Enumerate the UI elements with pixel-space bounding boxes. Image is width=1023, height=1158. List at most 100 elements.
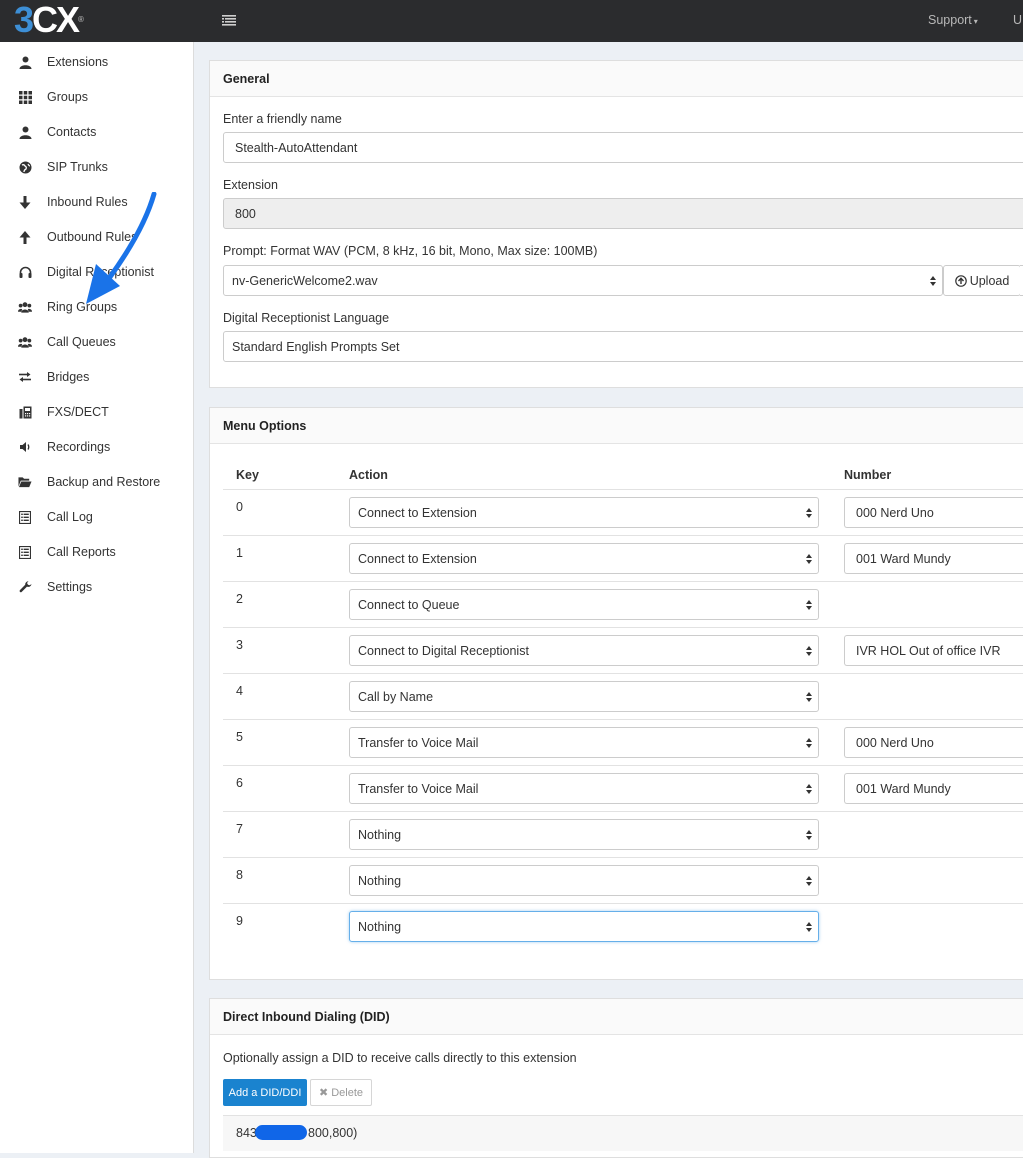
prompt-select[interactable]: nv-GenericWelcome2.wav	[223, 265, 943, 296]
add-did-button[interactable]: Add a DID/DDI	[223, 1079, 307, 1106]
sidebar-item-call-log[interactable]: Call Log	[0, 499, 194, 534]
table-row: 9 Nothing	[223, 903, 1023, 949]
select-arrows-icon	[806, 738, 812, 748]
sidebar-item-sip-trunks[interactable]: SIP Trunks	[0, 149, 194, 184]
menu-key: 0	[236, 500, 243, 514]
caret-down-icon: ▾	[973, 17, 978, 26]
extension-label: Extension	[223, 178, 278, 192]
top-navbar: 3CX® Support ▾ U	[0, 0, 1023, 42]
headset-icon	[18, 265, 32, 279]
number-input[interactable]: 000 Nerd Uno	[844, 497, 1023, 528]
sidebar-item-bridges[interactable]: Bridges	[0, 359, 194, 394]
select-arrows-icon	[806, 784, 812, 794]
sidebar-item-groups[interactable]: Groups	[0, 79, 194, 114]
column-header-number: Number	[844, 468, 892, 482]
sidebar-item-call-reports[interactable]: Call Reports	[0, 534, 194, 569]
user-icon	[18, 55, 32, 69]
table-row: 7 Nothing	[223, 811, 1023, 857]
redaction-scribble	[255, 1125, 307, 1140]
globe-icon	[18, 160, 32, 174]
menu-key: 6	[236, 776, 243, 790]
volume-icon	[18, 440, 32, 454]
close-icon: ✖	[318, 1087, 329, 1099]
list-icon	[18, 545, 32, 559]
delete-did-button[interactable]: ✖ Delete	[310, 1079, 372, 1106]
action-select[interactable]: Nothing	[349, 911, 819, 942]
friendly-name-label: Enter a friendly name	[223, 112, 342, 126]
sidebar-item-ring-groups[interactable]: Ring Groups	[0, 289, 194, 324]
select-arrows-icon	[806, 692, 812, 702]
action-select[interactable]: Transfer to Voice Mail	[349, 727, 819, 758]
action-select[interactable]: Connect to Digital Receptionist	[349, 635, 819, 666]
select-arrows-icon	[930, 276, 936, 286]
select-arrows-icon	[806, 554, 812, 564]
exchange-icon	[18, 370, 32, 384]
number-input[interactable]: 001 Ward Mundy	[844, 543, 1023, 574]
action-select[interactable]: Connect to Extension	[349, 497, 819, 528]
number-input[interactable]: 000 Nerd Uno	[844, 727, 1023, 758]
sidebar-item-fxs-dect[interactable]: FXS/DECT	[0, 394, 194, 429]
3cx-logo[interactable]: 3CX®	[14, 2, 84, 38]
general-panel: General Enter a friendly name Extension …	[209, 60, 1023, 388]
sidebar-toggle-icon[interactable]	[222, 13, 236, 27]
sidebar-item-settings[interactable]: Settings	[0, 569, 194, 604]
arrow-down-icon	[18, 195, 32, 209]
menu-key: 1	[236, 546, 243, 560]
table-row: 6 Transfer to Voice Mail 001 Ward Mundy	[223, 765, 1023, 811]
prompt-label: Prompt: Format WAV (PCM, 8 kHz, 16 bit, …	[223, 244, 598, 258]
select-arrows-icon	[806, 922, 812, 932]
table-row: 3 Connect to Digital Receptionist IVR HO…	[223, 627, 1023, 673]
action-select[interactable]: Connect to Queue	[349, 589, 819, 620]
friendly-name-input[interactable]	[223, 132, 1023, 163]
menu-options-title: Menu Options	[210, 408, 1023, 444]
did-description: Optionally assign a DID to receive calls…	[223, 1051, 577, 1065]
number-input[interactable]: IVR HOL Out of office IVR	[844, 635, 1023, 666]
menu-key: 8	[236, 868, 243, 882]
sidebar-item-extensions[interactable]: Extensions	[0, 44, 194, 79]
table-row: 5 Transfer to Voice Mail 000 Nerd Uno	[223, 719, 1023, 765]
menu-options-panel: Menu Options Key Action Number 0 Connect…	[209, 407, 1023, 980]
user-menu[interactable]: U	[1013, 13, 1022, 27]
sidebar-item-recordings[interactable]: Recordings	[0, 429, 194, 464]
language-label: Digital Receptionist Language	[223, 311, 390, 325]
table-row: 1 Connect to Extension 001 Ward Mundy	[223, 535, 1023, 581]
table-row: 4 Call by Name	[223, 673, 1023, 719]
users-icon	[18, 335, 32, 349]
extension-input	[223, 198, 1023, 229]
sidebar-item-contacts[interactable]: Contacts	[0, 114, 194, 149]
select-arrows-icon	[806, 876, 812, 886]
did-panel: Direct Inbound Dialing (DID) Optionally …	[209, 998, 1023, 1158]
grid-icon	[18, 90, 32, 104]
did-title: Direct Inbound Dialing (DID)	[210, 999, 1023, 1035]
action-select[interactable]: Transfer to Voice Mail	[349, 773, 819, 804]
general-title: General	[210, 61, 1023, 97]
upload-button[interactable]: Upload	[943, 265, 1021, 296]
action-select[interactable]: Connect to Extension	[349, 543, 819, 574]
upload-circle-icon	[954, 274, 967, 287]
action-select[interactable]: Nothing	[349, 819, 819, 850]
sidebar: Extensions Groups Contacts SIP Trunks In…	[0, 42, 194, 1153]
table-row: 8 Nothing	[223, 857, 1023, 903]
select-arrows-icon	[806, 508, 812, 518]
did-entry-prefix: 843	[236, 1126, 257, 1140]
sidebar-item-inbound-rules[interactable]: Inbound Rules	[0, 184, 194, 219]
select-arrows-icon	[806, 600, 812, 610]
menu-key: 9	[236, 914, 243, 928]
did-entry-suffix: 800,800)	[308, 1126, 358, 1140]
support-menu[interactable]: Support ▾	[928, 13, 978, 27]
menu-key: 3	[236, 638, 243, 652]
language-select[interactable]: Standard English Prompts Set	[223, 331, 1023, 362]
action-select[interactable]: Call by Name	[349, 681, 819, 712]
sidebar-item-call-queues[interactable]: Call Queues	[0, 324, 194, 359]
action-select[interactable]: Nothing	[349, 865, 819, 896]
number-input[interactable]: 001 Ward Mundy	[844, 773, 1023, 804]
sidebar-item-outbound-rules[interactable]: Outbound Rules	[0, 219, 194, 254]
did-list-item[interactable]: 843 800,800)	[223, 1115, 1023, 1151]
users-icon	[18, 300, 32, 314]
fax-icon	[18, 405, 32, 419]
sidebar-item-digital-receptionist[interactable]: Digital Receptionist	[0, 254, 194, 289]
sidebar-item-backup-and-restore[interactable]: Backup and Restore	[0, 464, 194, 499]
menu-key: 5	[236, 730, 243, 744]
list-icon	[18, 510, 32, 524]
menu-key: 7	[236, 822, 243, 836]
